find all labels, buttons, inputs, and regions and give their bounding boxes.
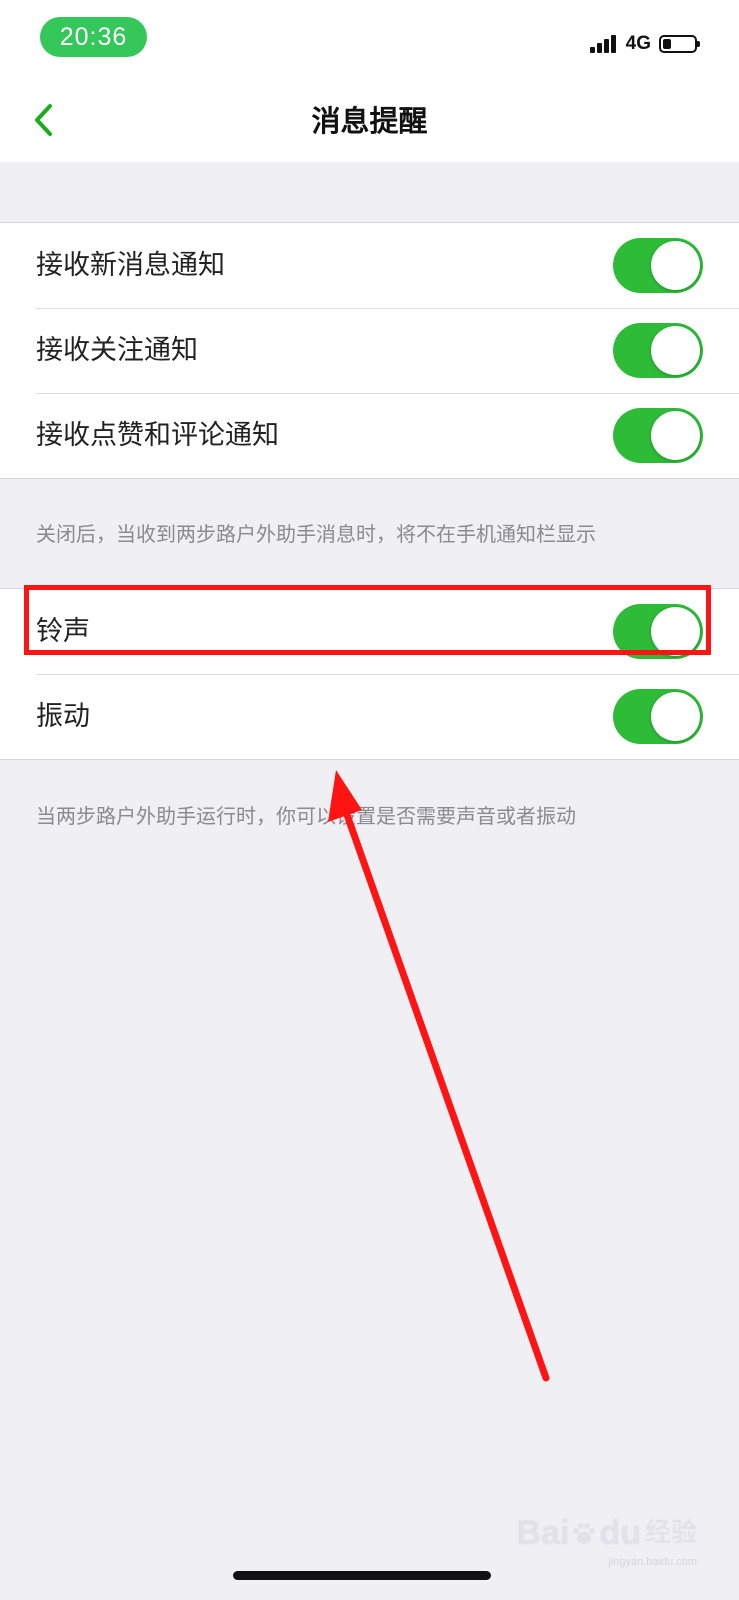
setting-label: 接收新消息通知 bbox=[36, 250, 225, 281]
setting-row-ringtone: 铃声 bbox=[0, 589, 739, 674]
watermark-url: jingyan.baidu.com bbox=[608, 1556, 697, 1568]
like-comment-toggle[interactable] bbox=[613, 408, 703, 463]
follow-toggle[interactable] bbox=[613, 323, 703, 378]
vibration-toggle[interactable] bbox=[613, 689, 703, 744]
setting-row-new-message: 接收新消息通知 bbox=[0, 223, 739, 308]
paw-icon bbox=[573, 1523, 596, 1544]
notification-footnote: 关闭后，当收到两步路户外助手消息时，将不在手机通知栏显示 bbox=[36, 522, 596, 546]
setting-row-follow: 接收关注通知 bbox=[0, 308, 739, 393]
home-indicator[interactable] bbox=[233, 1571, 491, 1580]
watermark-cn: 经验 bbox=[644, 1518, 697, 1548]
ringtone-toggle[interactable] bbox=[613, 604, 703, 659]
navigation-bar: 消息提醒 bbox=[0, 80, 739, 162]
page-title: 消息提醒 bbox=[311, 104, 428, 138]
back-button[interactable] bbox=[20, 96, 68, 144]
setting-row-vibration: 振动 bbox=[0, 674, 739, 759]
setting-label: 振动 bbox=[36, 701, 90, 732]
sound-footnote: 当两步路户外助手运行时，你可以设置是否需要声音或者振动 bbox=[36, 804, 576, 828]
status-time: 20:36 bbox=[40, 17, 147, 57]
new-message-toggle[interactable] bbox=[613, 238, 703, 293]
status-bar: 20:36 4G bbox=[0, 0, 739, 80]
setting-row-like-comment: 接收点赞和评论通知 bbox=[0, 393, 739, 478]
setting-label: 接收点赞和评论通知 bbox=[36, 420, 279, 451]
watermark-brand-suffix: du bbox=[599, 1514, 641, 1552]
chevron-left-icon bbox=[35, 104, 52, 136]
network-type: 4G bbox=[625, 33, 651, 54]
setting-label: 接收关注通知 bbox=[36, 335, 198, 366]
signal-icon bbox=[589, 35, 618, 53]
battery-icon bbox=[659, 35, 700, 53]
setting-label: 铃声 bbox=[36, 616, 90, 647]
notification-settings-group: 接收新消息通知 接收关注通知 接收点赞和评论通知 bbox=[0, 222, 739, 479]
sound-settings-group: 铃声 振动 bbox=[0, 588, 739, 760]
status-indicators: 4G bbox=[589, 30, 700, 58]
watermark-brand: Bai bbox=[516, 1514, 570, 1552]
baidu-watermark: Bai du 经验 jingyan.baidu.com bbox=[516, 1512, 697, 1568]
